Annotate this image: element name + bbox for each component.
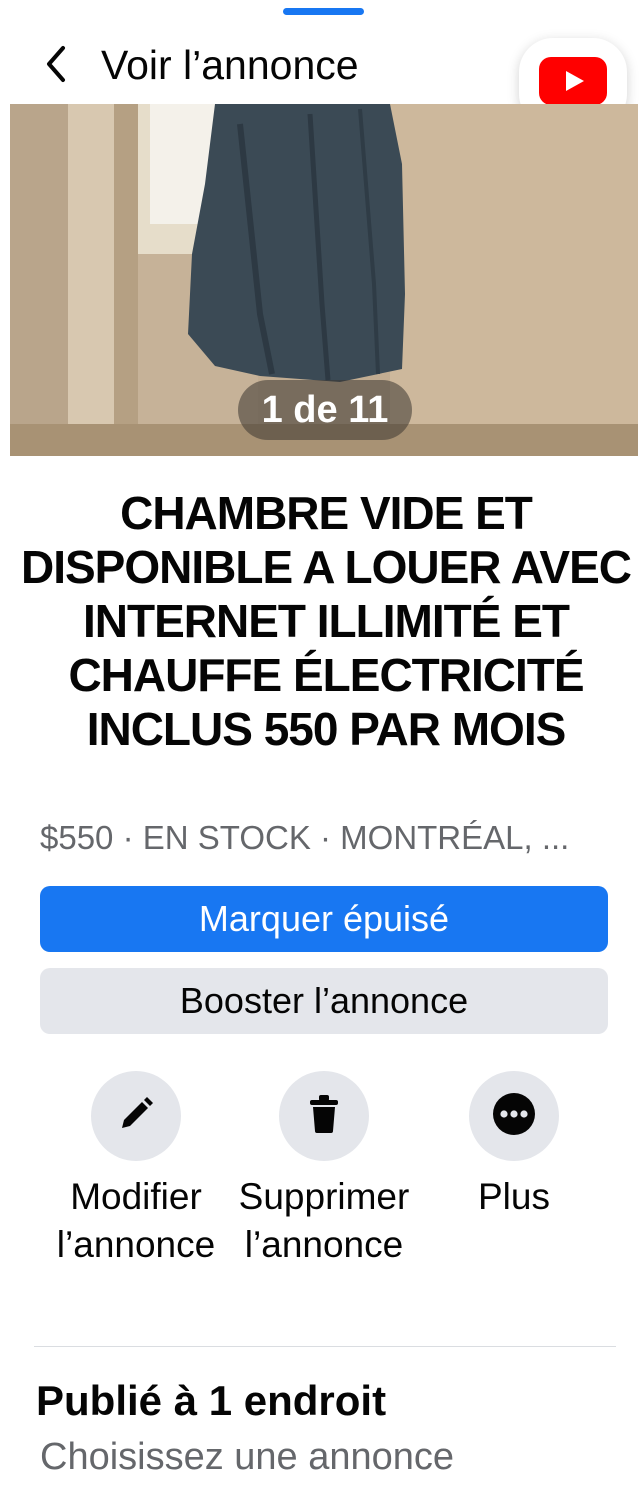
delete-listing-label: Supprimer l’annonce [238, 1176, 410, 1265]
delete-listing-action[interactable]: Supprimer l’annonce [234, 1071, 414, 1269]
published-subtitle: Choisissez une annonce [40, 1436, 455, 1478]
photo-counter: 1 de 11 [238, 380, 412, 440]
chevron-left-icon [43, 44, 69, 89]
header: Voir l’annonce [0, 28, 640, 128]
more-action[interactable]: Plus [424, 1071, 604, 1221]
edit-listing-action[interactable]: Modifier l’annonce [46, 1071, 226, 1269]
listing-photo[interactable]: 1 de 11 [10, 104, 638, 456]
listing-meta[interactable]: $550 · EN STOCK · MONTRÉAL, ... [40, 818, 620, 858]
sheet-drag-handle[interactable] [283, 8, 364, 15]
more-label: Plus [478, 1176, 550, 1217]
boost-listing-button[interactable]: Booster l’annonce [40, 968, 608, 1034]
youtube-icon [539, 56, 607, 110]
pencil-icon [116, 1094, 156, 1139]
back-button[interactable] [34, 44, 78, 88]
mark-sold-button[interactable]: Marquer épuisé [40, 886, 608, 952]
published-title: Publié à 1 endroit [36, 1377, 387, 1424]
more-icon [492, 1092, 536, 1141]
section-divider [34, 1346, 616, 1347]
more-icon-circle[interactable] [469, 1071, 559, 1161]
page-title: Voir l’annonce [101, 42, 359, 88]
listing-title: CHAMBRE VIDE ET DISPONIBLE A LOUER AVEC … [21, 487, 632, 755]
edit-listing-label: Modifier l’annonce [56, 1176, 216, 1265]
edit-icon-circle[interactable] [91, 1071, 181, 1161]
delete-icon-circle[interactable] [279, 1071, 369, 1161]
trash-icon [304, 1093, 344, 1140]
